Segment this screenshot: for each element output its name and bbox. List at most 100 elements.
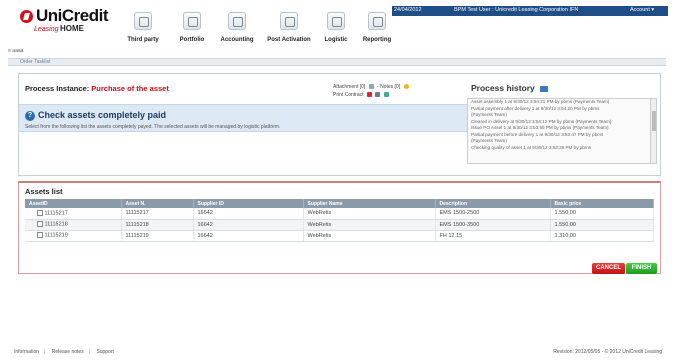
basic-price: 1.550,00 (550, 219, 654, 231)
process-history-title: Process history (471, 83, 548, 93)
brand-sub: Leasing (34, 26, 59, 33)
description: EMS 1500-2500 (435, 208, 551, 220)
footer-links: Information | Release notes | Support (14, 349, 114, 355)
breadcrumb: Order Tasklist (8, 58, 666, 66)
cancel-button[interactable]: CANCEL (592, 263, 625, 274)
assets-table: AssetID Asset N. Supplier ID Supplier Na… (25, 199, 654, 242)
current-date: 24/04/2012 (394, 7, 422, 13)
col-header-asset-n[interactable]: Asset N. (121, 199, 194, 208)
asset-id: 11115219 (44, 232, 68, 239)
row-checkbox[interactable] (37, 221, 43, 228)
supplier-name: WebRetis (303, 208, 436, 220)
account-menu[interactable]: Account ▾ (630, 7, 654, 13)
nav-label: Post Activation (267, 37, 311, 43)
notes-link[interactable]: Notes [0] (380, 84, 400, 90)
footer-link-information[interactable]: Information (14, 349, 39, 355)
note-icon[interactable] (403, 84, 409, 90)
assets-list-title: Assets list (25, 187, 63, 196)
brand-name: UniCredit (36, 6, 109, 25)
current-user: BPM Test User : Unicredit Leasing Corpor… (454, 7, 579, 13)
subheader-label: ≡ aaaa (8, 48, 24, 54)
app-header: UniCredit Leasing HOME Third party Portf… (0, 0, 674, 46)
home-link[interactable]: HOME (60, 24, 84, 33)
task-description: Select from the following list the asset… (25, 124, 281, 130)
process-title: Process Instance: Purchase of the asset (25, 84, 169, 93)
asset-n: 11115217 (121, 208, 194, 220)
print-icon[interactable] (375, 92, 381, 98)
basic-price: 1.310,00 (550, 230, 654, 242)
unicredit-logo[interactable]: UniCredit Leasing HOME (20, 6, 120, 40)
nav-logistic[interactable]: Logistic (317, 12, 355, 46)
pdf-icon[interactable] (366, 92, 372, 98)
nav-label: Logistic (324, 37, 348, 43)
third-party-icon (134, 12, 152, 30)
main-nav: Third party Portfolio Accounting Post Ac… (115, 12, 399, 46)
footer-revision: Revision: 2012/05/05 - © 2012 UniCredit … (553, 349, 662, 355)
assets-list-panel: Assets list AssetID Asset N. Supplier ID… (18, 181, 661, 274)
supplier-id: 16642 (193, 219, 304, 231)
history-line: Checking quality of asset 1 at 9/30/12 3… (471, 144, 592, 150)
supplier-id: 16642 (193, 208, 304, 220)
asset-id: 11115218 (44, 221, 68, 228)
basic-price: 1.550,00 (550, 208, 654, 220)
unicredit-logo-icon (20, 10, 33, 23)
nav-portfolio[interactable]: Portfolio (171, 12, 213, 46)
print-contract-link[interactable]: Print Contract (333, 92, 364, 98)
nav-accounting[interactable]: Accounting (213, 12, 261, 46)
col-header-supplier-name[interactable]: Supplier Name (303, 199, 436, 208)
table-row: 11115218 11115218 16642 WebRetis EMS 150… (25, 219, 654, 231)
asset-cell: 11115217 (25, 208, 122, 220)
process-history-list[interactable]: Asset assembly 1 at 9/30/12 3:54:21 PM b… (467, 98, 657, 164)
asset-n: 11115218 (121, 219, 194, 231)
asset-id: 11115217 (44, 210, 68, 217)
nav-label: Accounting (220, 37, 254, 43)
portfolio-icon (183, 12, 201, 30)
table-header-row: AssetID Asset N. Supplier ID Supplier Na… (25, 199, 654, 208)
col-header-basic-price[interactable]: Basic price (550, 199, 654, 208)
paperclip-icon[interactable] (368, 84, 374, 90)
nav-label: Third party (127, 37, 159, 43)
table-row: 11115219 11115219 16642 WebRetis FH 12.1… (25, 230, 654, 242)
history-expand-icon[interactable] (539, 85, 548, 92)
accounting-icon (228, 12, 246, 30)
row-checkbox[interactable] (37, 210, 43, 217)
process-label: Process Instance: (25, 84, 90, 93)
history-scrollbar[interactable] (650, 99, 656, 163)
attachments-row: Attachment [0] - Notes [0] (333, 84, 409, 90)
print-row: Print Contract (333, 92, 389, 98)
nav-post-activation[interactable]: Post Activation (261, 12, 317, 46)
supplier-name: WebRetis (303, 230, 436, 242)
export-icon[interactable] (383, 92, 389, 98)
nav-reporting[interactable]: Reporting (355, 12, 399, 46)
info-icon: ? (25, 111, 35, 121)
history-title-text: Process history (471, 83, 535, 93)
table-row: 11115217 11115217 16642 WebRetis EMS 150… (25, 208, 654, 220)
nav-label: Reporting (362, 37, 392, 43)
supplier-name: WebRetis (303, 219, 436, 231)
post-activation-icon (280, 12, 298, 30)
col-header-description[interactable]: Description (435, 199, 551, 208)
asset-n: 11115219 (121, 230, 194, 242)
col-header-supplier-id[interactable]: Supplier ID (193, 199, 304, 208)
task-title: Check assets completely paid (38, 110, 167, 120)
finish-button[interactable]: FINISH (626, 263, 657, 274)
description: EMS 1500-3500 (435, 219, 551, 231)
description: FH 12.15 (435, 230, 551, 242)
row-checkbox[interactable] (37, 232, 43, 239)
col-header-asset-id[interactable]: AssetID (25, 199, 122, 208)
supplier-id: 16642 (193, 230, 304, 242)
process-name: Purchase of the asset (91, 84, 169, 93)
nav-label: Portfolio (179, 37, 205, 43)
footer-link-support[interactable]: Support (96, 349, 114, 355)
reporting-icon (368, 12, 386, 30)
asset-cell: 11115218 (25, 219, 122, 231)
attachments-link[interactable]: Attachment [0] (333, 84, 365, 90)
nav-third-party[interactable]: Third party (115, 12, 171, 46)
breadcrumb-item[interactable]: Order Tasklist (20, 59, 50, 65)
task-banner: ? Check assets completely paid Select fr… (19, 104, 469, 132)
user-topbar: 24/04/2012 BPM Test User : Unicredit Lea… (392, 6, 668, 16)
logistic-icon (327, 12, 345, 30)
asset-cell: 11115219 (25, 230, 122, 242)
footer-link-release-notes[interactable]: Release notes (52, 349, 84, 355)
process-instance-panel: Process Instance: Purchase of the asset … (18, 73, 661, 176)
